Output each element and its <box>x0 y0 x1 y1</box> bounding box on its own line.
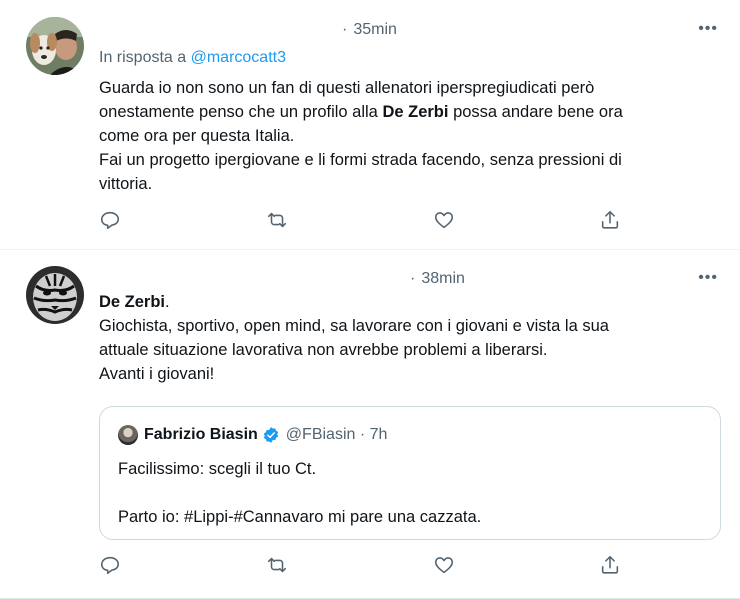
tweet-1[interactable]: · 35min ••• In risposta a @marcocatt3 Gua… <box>0 0 740 250</box>
tweet-line: Fai un progetto ipergiovane e li formi s… <box>99 151 622 169</box>
tweet-line: De Zerbi. <box>99 293 170 311</box>
tweet-line: Giochista, sportivo, open mind, sa lavor… <box>99 317 609 335</box>
quoted-tweet[interactable]: Fabrizio Biasin @FBiasin · 7h Facilissim… <box>99 406 721 540</box>
quoted-text-line: Parto io: #Lippi-#Cannavaro mi pare una … <box>118 508 482 526</box>
tweet-line: Avanti i giovani! <box>99 365 215 383</box>
tweet-actions <box>0 209 740 237</box>
more-icon[interactable]: ••• <box>698 20 718 38</box>
tweet-line: come ora per questa Italia. <box>99 127 295 145</box>
tweet-line: onestamente penso che un profilo alla De… <box>99 103 623 121</box>
retweet-icon[interactable] <box>266 554 290 578</box>
verified-badge-icon <box>263 427 278 443</box>
tweet-line: vittoria. <box>99 175 153 193</box>
reply-context: In risposta a @marcocatt3 <box>99 49 286 67</box>
reply-icon[interactable] <box>99 554 123 578</box>
share-icon[interactable] <box>599 554 623 578</box>
avatar[interactable] <box>26 17 84 75</box>
more-icon[interactable]: ••• <box>698 269 718 287</box>
quoted-author-handle: @FBiasin · 7h <box>285 426 388 443</box>
like-icon[interactable] <box>433 209 457 233</box>
avatar[interactable] <box>26 266 84 324</box>
reply-handle-link[interactable]: @marcocatt3 <box>191 49 286 66</box>
tweet-2[interactable]: · 38min ••• De Zerbi. Giochista, sportivo… <box>0 250 740 599</box>
quoted-tweet-header: Fabrizio Biasin @FBiasin · 7h <box>118 425 387 445</box>
tweet-time[interactable]: · 38min <box>410 270 465 288</box>
tweet-text: De Zerbi. Giochista, sportivo, open mind… <box>99 290 714 386</box>
quoted-avatar <box>118 425 138 445</box>
tweet-text: Guarda io non sono un fan di questi alle… <box>99 76 714 196</box>
quoted-author-name: Fabrizio Biasin <box>144 426 258 443</box>
quoted-text-line: Facilissimo: scegli il tuo Ct. <box>118 460 317 478</box>
tweet-line: Guarda io non sono un fan di questi alle… <box>99 79 595 97</box>
tweet-time[interactable]: · 35min <box>342 21 397 39</box>
retweet-icon[interactable] <box>266 209 290 233</box>
like-icon[interactable] <box>433 554 457 578</box>
reply-icon[interactable] <box>99 209 123 233</box>
quoted-tweet-text: Facilissimo: scegli il tuo Ct. Parto io:… <box>118 457 708 529</box>
reply-prefix: In risposta a <box>99 49 187 66</box>
tweet-line: attuale situazione lavorativa non avrebb… <box>99 341 548 359</box>
tweet-actions <box>0 554 740 582</box>
share-icon[interactable] <box>599 209 623 233</box>
